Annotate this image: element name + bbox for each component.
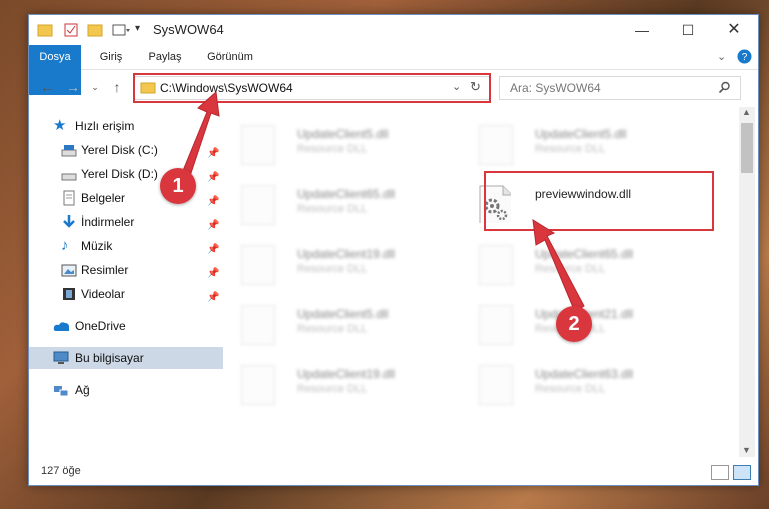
arrow-2: [532, 219, 585, 313]
step-badge-1: 1: [160, 168, 196, 204]
step-badge-2: 2: [556, 306, 592, 342]
annotation-arrows: [179, 90, 585, 313]
arrow-1: [179, 90, 220, 183]
